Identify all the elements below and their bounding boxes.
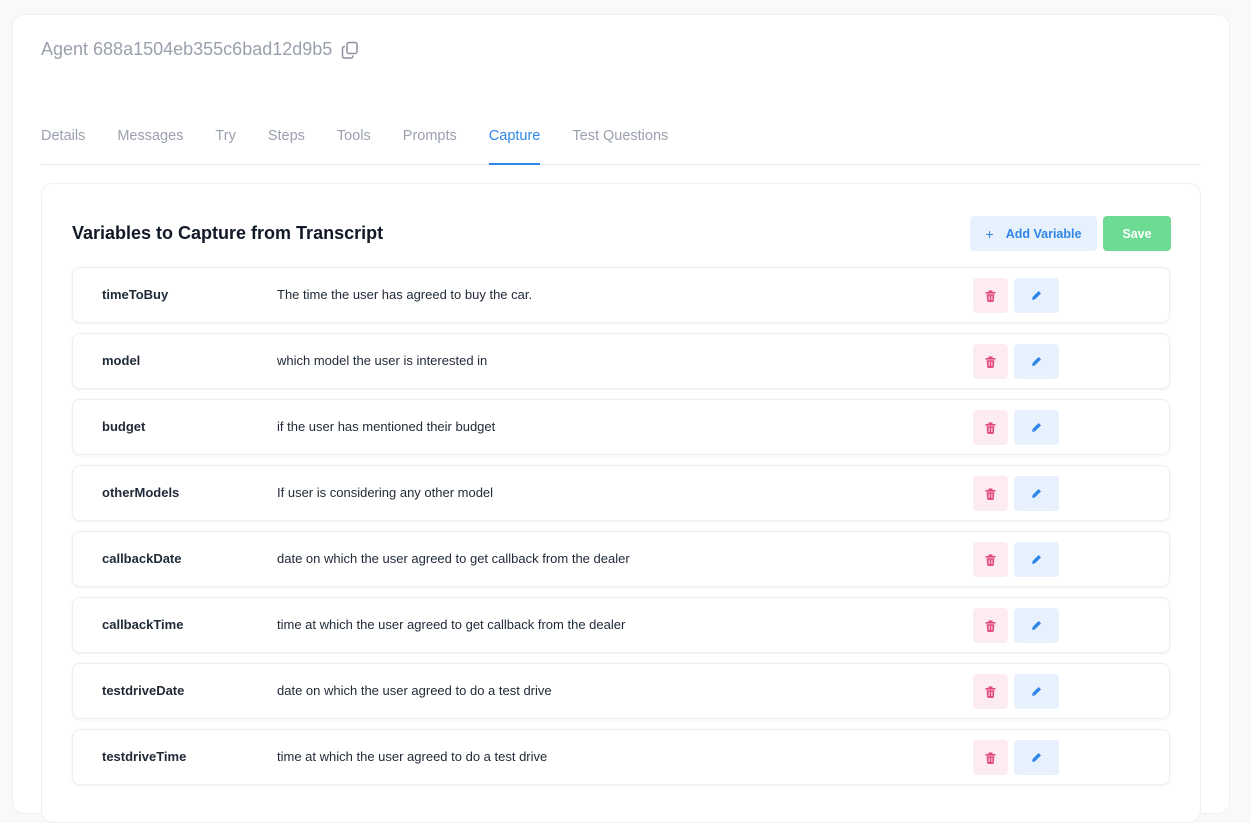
delete-variable-button[interactable] (973, 674, 1008, 709)
edit-variable-button[interactable] (1014, 542, 1059, 577)
tab-messages[interactable]: Messages (117, 121, 183, 165)
panel-title: Variables to Capture from Transcript (72, 223, 384, 243)
tab-steps[interactable]: Steps (268, 121, 305, 165)
tab-details[interactable]: Details (41, 121, 85, 165)
delete-variable-button[interactable] (973, 476, 1008, 511)
variable-name: timeToBuy (102, 287, 169, 302)
variable-name: budget (102, 419, 146, 434)
variable-row: callbackDate date on which the user agree… (72, 531, 1170, 587)
trash-icon (985, 554, 996, 566)
variable-row: model which model the user is interested … (72, 333, 1170, 389)
delete-variable-button[interactable] (973, 740, 1008, 775)
edit-variable-button[interactable] (1014, 740, 1059, 775)
pencil-icon (1031, 290, 1042, 301)
variable-row: testdriveDate date on which the user agre… (72, 663, 1170, 719)
plus-icon: + (985, 225, 994, 242)
add-variable-label: Add Variable (1005, 226, 1082, 241)
variable-row: timeToBuy The time the user has agreed to… (72, 267, 1170, 323)
tab-test-questions[interactable]: Test Questions (572, 121, 668, 165)
save-label: Save (1122, 226, 1152, 241)
trash-icon (985, 620, 996, 632)
pencil-icon (1031, 686, 1042, 697)
variable-name: otherModels (102, 485, 180, 500)
trash-icon (985, 290, 996, 302)
pencil-icon (1031, 752, 1042, 763)
add-variable-button[interactable]: + Add Variable (970, 216, 1097, 251)
edit-variable-button[interactable] (1014, 344, 1059, 379)
variable-description: if the user has mentioned their budget (277, 419, 496, 434)
variable-name: callbackTime (102, 617, 184, 632)
copy-icon[interactable] (341, 41, 359, 59)
variable-description: date on which the user agreed to get cal… (277, 551, 630, 566)
agent-card: Agent 688a1504eb355c6bad12d9b5 Details Me… (12, 14, 1230, 823)
trash-icon (985, 422, 996, 434)
variable-row: budget if the user has mentioned their bu… (72, 399, 1170, 455)
variable-description: The time the user has agreed to buy the … (277, 287, 533, 302)
delete-variable-button[interactable] (973, 542, 1008, 577)
tab-bar: Details Messages Try Steps Tools Prompts Captu… (41, 121, 1201, 165)
variable-name: model (102, 353, 141, 368)
variable-description: time at which the user agreed to do a te… (277, 749, 548, 764)
trash-icon (985, 488, 996, 500)
edit-variable-button[interactable] (1014, 278, 1059, 313)
variable-row: otherModels If user is considering any ot… (72, 465, 1170, 521)
edit-variable-button[interactable] (1014, 476, 1059, 511)
tab-prompts[interactable]: Prompts (403, 121, 457, 165)
edit-variable-button[interactable] (1014, 674, 1059, 709)
tab-tools[interactable]: Tools (337, 121, 371, 165)
delete-variable-button[interactable] (973, 278, 1008, 313)
save-button[interactable]: Save (1103, 216, 1171, 251)
variable-list: timeToBuy The time the user has agreed to… (72, 267, 1170, 795)
pencil-icon (1031, 488, 1042, 499)
delete-variable-button[interactable] (973, 608, 1008, 643)
trash-icon (985, 686, 996, 698)
trash-icon (985, 752, 996, 764)
tab-capture[interactable]: Capture (488, 121, 541, 165)
delete-variable-button[interactable] (973, 410, 1008, 445)
delete-variable-button[interactable] (973, 344, 1008, 379)
edit-variable-button[interactable] (1014, 608, 1059, 643)
agent-header: Agent 688a1504eb355c6bad12d9b5 (41, 39, 359, 60)
agent-title: Agent 688a1504eb355c6bad12d9b5 (41, 39, 333, 59)
variable-description: time at which the user agreed to get cal… (277, 617, 626, 632)
variable-row: callbackTime time at which the user agree… (72, 597, 1170, 653)
pencil-icon (1031, 554, 1042, 565)
edit-variable-button[interactable] (1014, 410, 1059, 445)
variable-name: callbackDate (102, 551, 182, 566)
pencil-icon (1031, 422, 1042, 433)
variable-row: testdriveTime time at which the user agre… (72, 729, 1170, 785)
capture-panel: Variables to Capture from Transcript + A… (41, 183, 1201, 823)
variable-description: If user is considering any other model (277, 485, 494, 500)
pencil-icon (1031, 620, 1042, 631)
pencil-icon (1031, 356, 1042, 367)
variable-name: testdriveTime (102, 749, 187, 764)
variable-description: which model the user is interested in (277, 353, 488, 368)
variable-description: date on which the user agreed to do a te… (277, 683, 552, 698)
variable-name: testdriveDate (102, 683, 185, 698)
tab-try[interactable]: Try (215, 121, 235, 165)
trash-icon (985, 356, 996, 368)
